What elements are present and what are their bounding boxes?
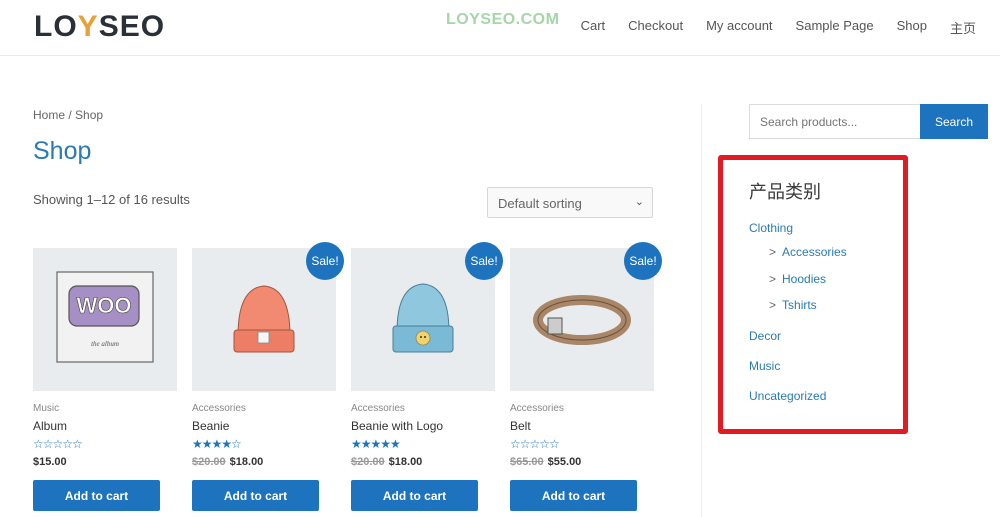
product-categories-title: 产品类别 [749,182,821,202]
product-price: $20.00 $18.00 [192,456,263,468]
rating-stars: ☆☆☆☆☆ [510,437,560,451]
product-price: $20.00 $18.00 [351,456,422,468]
rating-stars: ★★★★☆ [192,437,242,451]
nav-home[interactable]: 主页 [950,18,976,37]
product-image[interactable]: Sale! [351,242,503,391]
add-to-cart-button[interactable]: Add to cart [510,480,637,511]
category-link-hoodies[interactable]: > Hoodies [769,272,826,286]
product-category[interactable]: Accessories [351,403,405,414]
watermark: LOYSEO.COM [446,11,560,28]
product-card: Sale! Accessories Beanie with Logo ★★★★★… [351,242,503,511]
album-cover-subtitle: the album [91,340,119,348]
nav-checkout[interactable]: Checkout [628,18,683,37]
sale-badge: Sale! [465,242,503,280]
sidebar-divider [701,104,702,517]
sorting-selected-value: Default sorting [498,196,582,211]
category-label: Tshirts [782,298,817,312]
chevron-right-icon: > [769,272,777,286]
product-card: Sale! Accessories Beanie ★★★★☆ $20.00 $18… [192,242,344,511]
logo-text-mid: Y [77,10,99,43]
album-cover-text: WOO [77,293,132,318]
site-header: LOYSEO LOYSEO.COM Cart Checkout My accou… [0,0,1000,56]
product-image[interactable]: WOO the album [33,248,177,391]
category-link-uncategorized[interactable]: Uncategorized [749,389,826,403]
product-card: Sale! Accessories Belt ☆☆☆☆☆ $65.00 $55.0… [510,242,662,511]
add-to-cart-button[interactable]: Add to cart [33,480,160,511]
category-link-decor[interactable]: Decor [749,329,781,343]
sorting-select[interactable]: Default sorting ⌄ [487,187,653,218]
add-to-cart-button[interactable]: Add to cart [351,480,478,511]
search-button[interactable]: Search [920,104,988,139]
chevron-right-icon: > [769,245,777,259]
category-label: Accessories [782,245,847,259]
logo-text-left: LO [34,10,78,43]
product-category[interactable]: Music [33,403,59,414]
search-products-input[interactable] [749,104,921,139]
product-category[interactable]: Accessories [192,403,246,414]
old-price: $20.00 [351,456,385,468]
product-name[interactable]: Beanie [192,419,229,433]
add-to-cart-button[interactable]: Add to cart [192,480,319,511]
current-price: $18.00 [229,456,264,468]
current-price: $55.00 [547,456,582,468]
category-link-accessories[interactable]: > Accessories [769,245,847,259]
breadcrumb[interactable]: Home / Shop [33,108,103,122]
product-name[interactable]: Beanie with Logo [351,419,443,433]
nav-shop[interactable]: Shop [897,18,927,37]
main-nav: Cart Checkout My account Sample Page Sho… [558,18,976,37]
product-name[interactable]: Belt [510,419,531,433]
product-price: $15.00 [33,456,67,468]
rating-stars: ★★★★★ [351,437,401,451]
category-link-music[interactable]: Music [749,359,780,373]
rating-stars: ☆☆☆☆☆ [33,437,83,451]
current-price: $18.00 [388,456,423,468]
logo-text-right: SEO [98,10,166,43]
nav-my-account[interactable]: My account [706,18,772,37]
site-logo[interactable]: LOYSEO [34,10,165,44]
category-link-clothing[interactable]: Clothing [749,221,793,235]
old-price: $20.00 [192,456,226,468]
product-image[interactable]: Sale! [510,242,662,391]
chevron-right-icon: > [769,298,777,312]
nav-cart[interactable]: Cart [581,18,606,37]
category-label: Hoodies [782,272,827,286]
sale-badge: Sale! [624,242,662,280]
old-price: $65.00 [510,456,544,468]
current-price: $15.00 [33,456,67,468]
chevron-down-icon: ⌄ [634,196,644,208]
nav-sample-page[interactable]: Sample Page [796,18,874,37]
product-card: WOO the album Music Album ☆☆☆☆☆ $15.00 A… [33,248,177,511]
category-link-tshirts[interactable]: > Tshirts [769,298,817,312]
sale-badge: Sale! [306,242,344,280]
product-image[interactable]: Sale! [192,242,344,391]
product-price: $65.00 $55.00 [510,456,581,468]
product-name[interactable]: Album [33,419,67,433]
page-title: Shop [33,137,92,165]
product-category[interactable]: Accessories [510,403,564,414]
album-cover-icon: WOO the album [56,271,154,363]
result-count: Showing 1–12 of 16 results [33,192,190,207]
